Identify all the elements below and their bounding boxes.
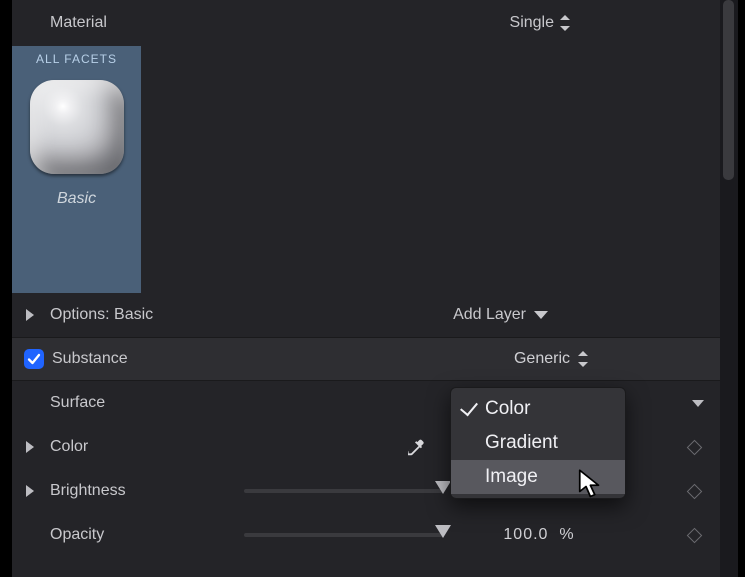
opacity-value-readout[interactable]: 100.0 % (474, 526, 604, 544)
substance-value: Generic (514, 350, 570, 368)
facet-tile-all-facets[interactable]: ALL FACETS Basic (12, 46, 141, 293)
keyframe-diamond-icon[interactable] (687, 439, 703, 455)
opacity-label: Opacity (50, 526, 104, 544)
substance-enable-checkbox[interactable] (24, 349, 44, 369)
eyedropper-icon[interactable] (404, 436, 426, 458)
brightness-label: Brightness (50, 482, 126, 500)
material-preview-thumbnail (30, 80, 124, 174)
chevron-down-icon[interactable] (692, 400, 704, 407)
chevron-down-icon (534, 311, 548, 319)
popup-item-label: Image (485, 466, 538, 488)
material-header-row: Material Single (12, 0, 720, 46)
surface-label: Surface (50, 394, 105, 412)
add-layer-label: Add Layer (453, 306, 526, 324)
brightness-slider[interactable] (244, 489, 443, 493)
vertical-scrollbar[interactable] (720, 0, 738, 577)
opacity-value: 100.0 (503, 526, 548, 543)
keyframe-diamond-icon[interactable] (687, 483, 703, 499)
facet-caption: Basic (57, 190, 96, 208)
up-down-icon (578, 351, 588, 367)
facet-tab-label: ALL FACETS (36, 46, 117, 70)
opacity-unit: % (559, 526, 574, 543)
scrollbar-thumb[interactable] (723, 0, 734, 180)
substance-label: Substance (52, 350, 128, 368)
options-row: Options: Basic Add Layer (12, 293, 720, 337)
opacity-row: Opacity 100.0 % (12, 513, 720, 557)
disclosure-triangle-icon[interactable] (26, 441, 34, 453)
slider-thumb-icon[interactable] (435, 525, 451, 538)
keyframe-diamond-icon[interactable] (687, 527, 703, 543)
opacity-slider[interactable] (244, 533, 443, 537)
options-label: Options: Basic (50, 306, 153, 324)
add-layer-dropdown[interactable]: Add Layer (453, 306, 548, 324)
popup-item-label: Color (485, 398, 530, 420)
disclosure-triangle-icon[interactable] (26, 485, 34, 497)
slider-thumb-icon[interactable] (435, 481, 451, 494)
disclosure-triangle-icon[interactable] (26, 309, 34, 321)
material-mode-value: Single (510, 14, 554, 32)
material-title: Material (50, 14, 107, 32)
material-mode-dropdown[interactable]: Single (510, 14, 570, 32)
checkmark-icon (27, 352, 41, 366)
color-label: Color (50, 438, 88, 456)
popup-item-label: Gradient (485, 432, 558, 454)
popup-item-gradient[interactable]: Gradient (451, 426, 625, 460)
substance-row: Substance Generic (12, 337, 720, 381)
mouse-cursor-icon (578, 469, 604, 499)
substance-value-dropdown[interactable]: Generic (514, 350, 588, 368)
popup-item-color[interactable]: Color (451, 392, 625, 426)
facets-area: ALL FACETS Basic (12, 46, 720, 293)
up-down-icon (560, 15, 570, 31)
